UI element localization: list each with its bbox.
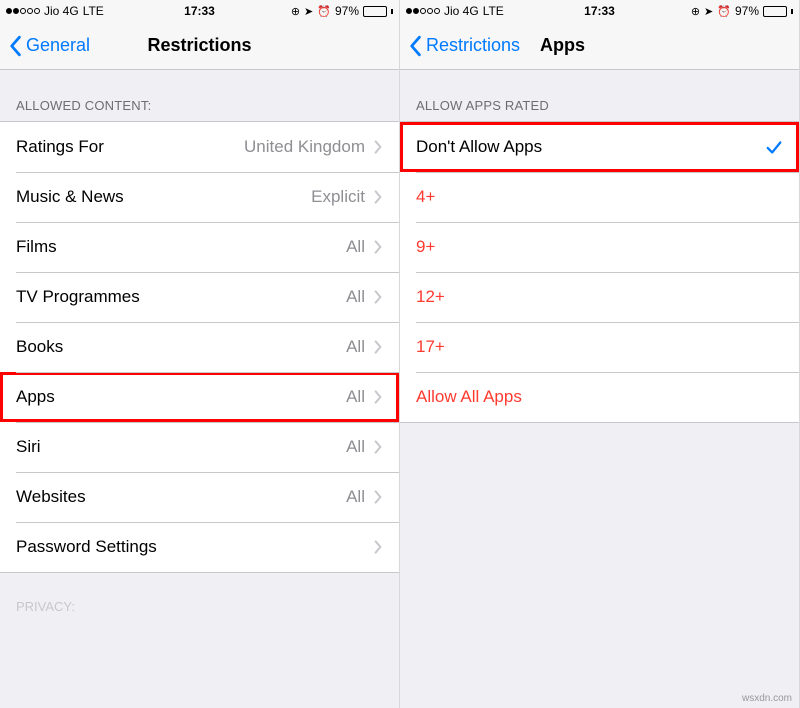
section-header-privacy: PRIVACY: bbox=[0, 573, 399, 614]
row-websites[interactable]: Websites All bbox=[0, 472, 399, 522]
status-right: ⊕ ➤ ⏰ 97% bbox=[691, 4, 793, 18]
chevron-right-icon bbox=[373, 389, 383, 405]
network-label: LTE bbox=[83, 4, 104, 18]
row-label: Music & News bbox=[16, 187, 311, 207]
carrier-label: Jio 4G bbox=[44, 4, 79, 18]
row-label: Allow All Apps bbox=[416, 387, 783, 407]
location-icon: ➤ bbox=[304, 5, 313, 18]
orientation-lock-icon: ⊕ bbox=[291, 5, 300, 18]
row-value: Explicit bbox=[311, 187, 365, 207]
row-value: All bbox=[346, 337, 365, 357]
row-ratings-for[interactable]: Ratings For United Kingdom bbox=[0, 122, 399, 172]
status-left: Jio 4G LTE bbox=[6, 4, 104, 18]
row-label: Websites bbox=[16, 487, 346, 507]
battery-percent: 97% bbox=[335, 4, 359, 18]
nav-title: Apps bbox=[540, 35, 585, 56]
row-label: Books bbox=[16, 337, 346, 357]
row-label: 12+ bbox=[416, 287, 783, 307]
watermark: wsxdn.com bbox=[742, 693, 792, 704]
chevron-right-icon bbox=[373, 339, 383, 355]
network-label: LTE bbox=[483, 4, 504, 18]
list-allowed-content: Ratings For United Kingdom Music & News … bbox=[0, 121, 399, 573]
chevron-right-icon bbox=[373, 139, 383, 155]
row-books[interactable]: Books All bbox=[0, 322, 399, 372]
status-left: Jio 4G LTE bbox=[406, 4, 504, 18]
row-dont-allow-apps[interactable]: Don't Allow Apps bbox=[400, 122, 799, 172]
row-label: TV Programmes bbox=[16, 287, 346, 307]
chevron-right-icon bbox=[373, 489, 383, 505]
checkmark-icon bbox=[765, 138, 783, 156]
carrier-label: Jio 4G bbox=[444, 4, 479, 18]
chevron-left-icon bbox=[408, 35, 422, 57]
row-apps[interactable]: Apps All bbox=[0, 372, 399, 422]
signal-strength-icon bbox=[406, 8, 440, 14]
pane-apps: Jio 4G LTE 17:33 ⊕ ➤ ⏰ 97% Restrictions … bbox=[400, 0, 800, 708]
back-label: General bbox=[26, 35, 90, 56]
alarm-icon: ⏰ bbox=[317, 5, 331, 18]
row-label: Don't Allow Apps bbox=[416, 137, 765, 157]
row-label: Films bbox=[16, 237, 346, 257]
row-siri[interactable]: Siri All bbox=[0, 422, 399, 472]
row-4plus[interactable]: 4+ bbox=[400, 172, 799, 222]
nav-bar: General Restrictions bbox=[0, 22, 399, 70]
section-header-allowed-content: ALLOWED CONTENT: bbox=[0, 70, 399, 121]
battery-percent: 97% bbox=[735, 4, 759, 18]
row-label: 17+ bbox=[416, 337, 783, 357]
battery-icon bbox=[363, 6, 387, 17]
row-value: United Kingdom bbox=[244, 137, 365, 157]
row-12plus[interactable]: 12+ bbox=[400, 272, 799, 322]
pane-restrictions: Jio 4G LTE 17:33 ⊕ ➤ ⏰ 97% General Restr… bbox=[0, 0, 400, 708]
row-label: Siri bbox=[16, 437, 346, 457]
row-tv-programmes[interactable]: TV Programmes All bbox=[0, 272, 399, 322]
nav-title: Restrictions bbox=[147, 35, 251, 56]
chevron-right-icon bbox=[373, 539, 383, 555]
row-allow-all-apps[interactable]: Allow All Apps bbox=[400, 372, 799, 422]
location-icon: ➤ bbox=[704, 5, 713, 18]
row-value: All bbox=[346, 487, 365, 507]
row-films[interactable]: Films All bbox=[0, 222, 399, 272]
row-value: All bbox=[346, 237, 365, 257]
orientation-lock-icon: ⊕ bbox=[691, 5, 700, 18]
chevron-left-icon bbox=[8, 35, 22, 57]
status-bar: Jio 4G LTE 17:33 ⊕ ➤ ⏰ 97% bbox=[400, 0, 799, 22]
status-bar: Jio 4G LTE 17:33 ⊕ ➤ ⏰ 97% bbox=[0, 0, 399, 22]
row-password-settings[interactable]: Password Settings bbox=[0, 522, 399, 572]
back-label: Restrictions bbox=[426, 35, 520, 56]
row-value: All bbox=[346, 437, 365, 457]
row-17plus[interactable]: 17+ bbox=[400, 322, 799, 372]
row-label: Apps bbox=[16, 387, 346, 407]
list-app-ratings: Don't Allow Apps 4+ 9+ 12+ 17+ Allow All… bbox=[400, 121, 799, 423]
back-button[interactable]: General bbox=[8, 35, 90, 57]
row-label: 9+ bbox=[416, 237, 783, 257]
section-header-allow-apps-rated: ALLOW APPS RATED bbox=[400, 70, 799, 121]
alarm-icon: ⏰ bbox=[717, 5, 731, 18]
chevron-right-icon bbox=[373, 239, 383, 255]
signal-strength-icon bbox=[6, 8, 40, 14]
row-9plus[interactable]: 9+ bbox=[400, 222, 799, 272]
row-music-news[interactable]: Music & News Explicit bbox=[0, 172, 399, 222]
battery-icon bbox=[763, 6, 787, 17]
row-label: Ratings For bbox=[16, 137, 244, 157]
status-time: 17:33 bbox=[184, 4, 215, 18]
back-button[interactable]: Restrictions bbox=[408, 35, 520, 57]
row-label: 4+ bbox=[416, 187, 783, 207]
status-right: ⊕ ➤ ⏰ 97% bbox=[291, 4, 393, 18]
chevron-right-icon bbox=[373, 289, 383, 305]
row-label: Password Settings bbox=[16, 537, 365, 557]
row-value: All bbox=[346, 287, 365, 307]
nav-bar: Restrictions Apps bbox=[400, 22, 799, 70]
chevron-right-icon bbox=[373, 189, 383, 205]
row-value: All bbox=[346, 387, 365, 407]
status-time: 17:33 bbox=[584, 4, 615, 18]
chevron-right-icon bbox=[373, 439, 383, 455]
